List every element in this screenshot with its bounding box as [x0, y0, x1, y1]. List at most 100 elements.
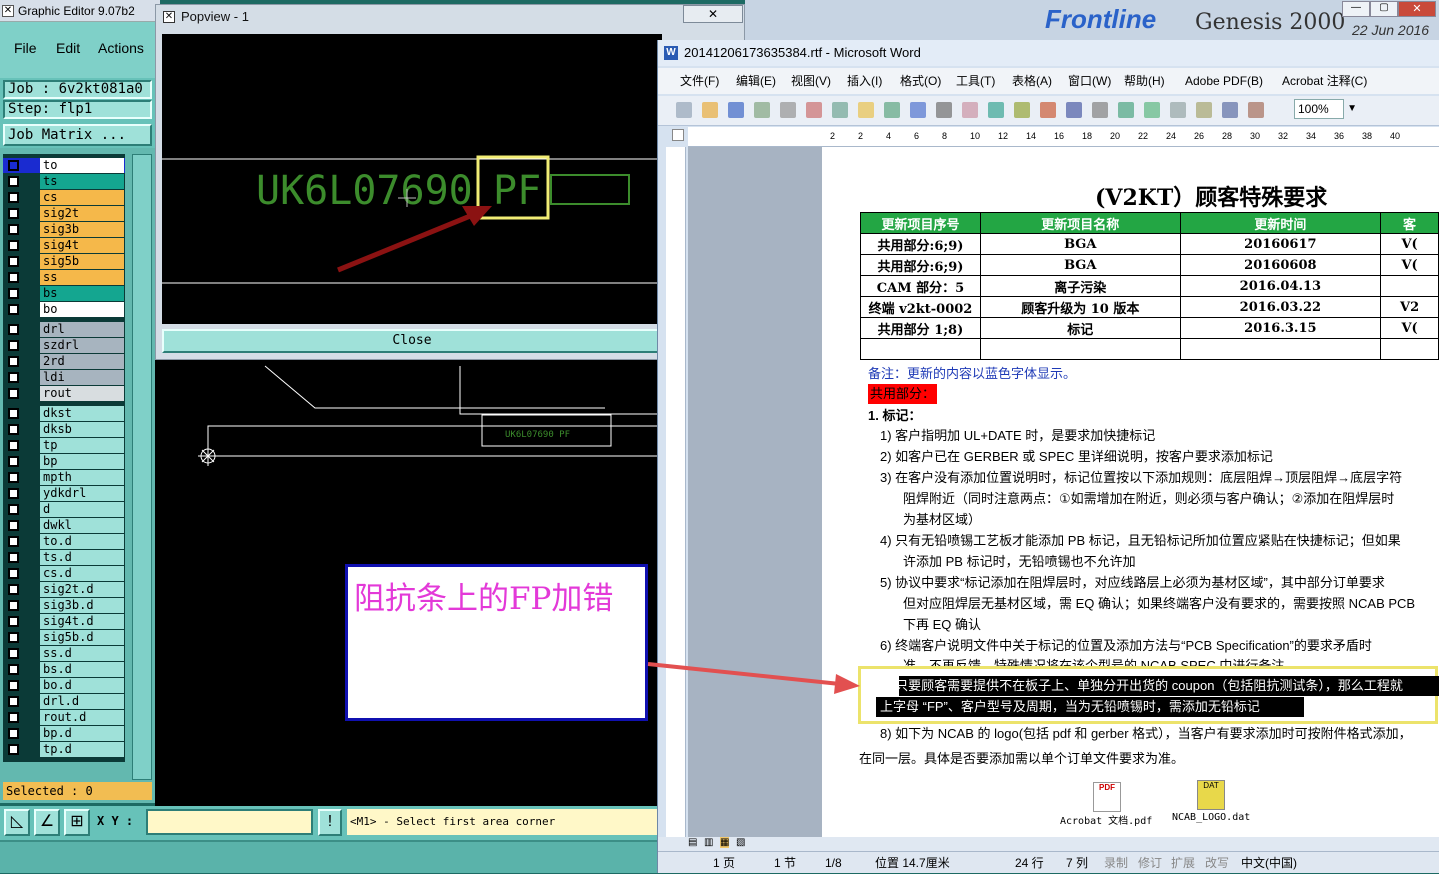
toolbar-button-icon[interactable]	[1040, 102, 1056, 118]
layer-row[interactable]: sig4t	[3, 238, 125, 253]
toolbar-button-icon[interactable]	[1144, 102, 1160, 118]
layer-row[interactable]: sig3b.d	[3, 598, 125, 613]
layer-row[interactable]: rout	[3, 386, 125, 401]
menu-file[interactable]: File	[14, 40, 37, 56]
layer-row[interactable]: to.d	[3, 534, 125, 549]
job-matrix-button[interactable]: Job Matrix ...	[3, 124, 152, 146]
layer-row[interactable]: bp	[3, 454, 125, 469]
toolbar-button-icon[interactable]	[728, 102, 744, 118]
layer-row[interactable]: dksb	[3, 422, 125, 437]
layer-checkbox[interactable]	[8, 504, 19, 515]
layer-row[interactable]: ldi	[3, 370, 125, 385]
layer-name[interactable]: tp.d	[40, 742, 124, 757]
toolbar-button-icon[interactable]	[832, 102, 848, 118]
table-cell[interactable]: 共用部分 1;8)	[860, 317, 981, 339]
layer-checkbox[interactable]	[8, 288, 19, 299]
layer-row[interactable]: szdrl	[3, 338, 125, 353]
toolbar-button-icon[interactable]	[702, 102, 718, 118]
word-titlebar[interactable]: W 20141206173635384.rtf - Microsoft Word	[658, 40, 1439, 66]
table-cell[interactable]: V(	[1380, 317, 1439, 339]
word-menu-item[interactable]: 格式(O)	[900, 68, 941, 94]
layer-row[interactable]: mpth	[3, 470, 125, 485]
layer-name[interactable]: to	[40, 158, 124, 173]
vertical-ruler[interactable]	[666, 147, 686, 837]
layer-row[interactable]: bp.d	[3, 726, 125, 741]
layer-row[interactable]: dkst	[3, 406, 125, 421]
layer-checkbox[interactable]	[8, 696, 19, 707]
layer-name[interactable]: drl.d	[40, 694, 124, 709]
layer-name[interactable]: ss	[40, 270, 124, 285]
view-web-icon[interactable]: ▥	[704, 837, 713, 848]
table-cell[interactable]: V(	[1380, 254, 1439, 276]
table-cell[interactable]: 终端 v2kt-0002	[860, 296, 981, 318]
word-menu-item[interactable]: Adobe PDF(B)	[1185, 68, 1263, 94]
word-menu-item[interactable]: Acrobat 注释(C)	[1282, 68, 1367, 94]
layer-row[interactable]: sig3b	[3, 222, 125, 237]
close-button[interactable]: ✕	[1398, 1, 1436, 17]
layer-name[interactable]: cs.d	[40, 566, 124, 581]
toolbar-button-icon[interactable]	[936, 102, 952, 118]
layer-row[interactable]: to	[3, 158, 125, 173]
layer-name[interactable]: ss.d	[40, 646, 124, 661]
toolbar-button-icon[interactable]	[1014, 102, 1030, 118]
status-ext[interactable]: 扩展	[1171, 852, 1195, 874]
table-cell[interactable]: BGA	[979, 233, 1181, 255]
layer-row[interactable]: tp	[3, 438, 125, 453]
angle-tool-icon[interactable]: ∠	[34, 809, 60, 836]
toolbar-button-icon[interactable]	[676, 102, 692, 118]
layer-name[interactable]: ydkdrl	[40, 486, 124, 501]
layer-checkbox[interactable]	[8, 324, 19, 335]
layer-checkbox[interactable]	[8, 472, 19, 483]
toolbar-button-icon[interactable]	[988, 102, 1004, 118]
item-7-line-2[interactable]: 上字母 “FP”、客户型号及周期，当为无铅喷锡时，需添加无铅标记	[880, 697, 1260, 717]
toolbar-button-icon[interactable]	[962, 102, 978, 118]
chevron-down-icon[interactable]: ▼	[1347, 100, 1357, 118]
layer-checkbox[interactable]	[8, 192, 19, 203]
layer-name[interactable]: 2rd	[40, 354, 124, 369]
layer-checkbox[interactable]	[8, 728, 19, 739]
layer-checkbox[interactable]	[8, 536, 19, 547]
table-cell[interactable]: 顾客升级为 10 版本	[979, 296, 1181, 318]
word-menu-item[interactable]: 编辑(E)	[736, 68, 776, 94]
layer-row[interactable]: drl	[3, 322, 125, 337]
table-cell[interactable]: 2016.03.22	[1179, 296, 1382, 318]
layer-row[interactable]: bo.d	[3, 678, 125, 693]
layer-checkbox[interactable]	[8, 304, 19, 315]
table-cell[interactable]: 标记	[979, 317, 1181, 339]
grid-tool-icon[interactable]: ⊞	[64, 809, 90, 836]
dat-file-icon[interactable]: DAT	[1197, 780, 1225, 810]
status-ovr[interactable]: 改写	[1205, 852, 1229, 874]
table-cell[interactable]	[1380, 338, 1439, 360]
layer-name[interactable]: dwkl	[40, 518, 124, 533]
horizontal-ruler[interactable]: 2 2 4 6 8 10 12 14 16 18 20 22 24 26 28 30 32 34 36 38 40	[688, 127, 1439, 147]
layer-checkbox[interactable]	[8, 584, 19, 595]
layer-row[interactable]: bs	[3, 286, 125, 301]
layer-name[interactable]: bs	[40, 286, 124, 301]
layer-checkbox[interactable]	[8, 648, 19, 659]
table-cell[interactable]	[979, 338, 1181, 360]
layer-checkbox[interactable]	[8, 208, 19, 219]
popview-titlebar[interactable]: ✕ Popview - 1	[156, 5, 744, 29]
layer-name[interactable]: tp	[40, 438, 124, 453]
layer-name[interactable]: bs.d	[40, 662, 124, 677]
layer-checkbox[interactable]	[8, 256, 19, 267]
tab-selector[interactable]	[672, 129, 684, 141]
word-menu-item[interactable]: 工具(T)	[956, 68, 995, 94]
layer-row[interactable]: bo	[3, 302, 125, 317]
popview-close-button[interactable]: Close	[162, 329, 662, 353]
table-cell[interactable]: CAM 部分：5	[860, 275, 981, 297]
layer-name[interactable]: to.d	[40, 534, 124, 549]
toolbar-button-icon[interactable]	[1118, 102, 1134, 118]
table-cell[interactable]: 共用部分:6;9)	[860, 254, 981, 276]
toolbar-button-icon[interactable]	[806, 102, 822, 118]
table-cell[interactable]: V2	[1380, 296, 1439, 318]
layer-name[interactable]: rout	[40, 386, 124, 401]
layer-name[interactable]: mpth	[40, 470, 124, 485]
layer-row[interactable]: drl.d	[3, 694, 125, 709]
layer-row[interactable]: ss.d	[3, 646, 125, 661]
layer-name[interactable]: dkst	[40, 406, 124, 421]
toolbar-button-icon[interactable]	[754, 102, 770, 118]
zoom-select[interactable]: 100% ▼	[1294, 99, 1357, 119]
minimize-button[interactable]: —	[1342, 1, 1370, 17]
layer-name[interactable]: sig4t	[40, 238, 124, 253]
